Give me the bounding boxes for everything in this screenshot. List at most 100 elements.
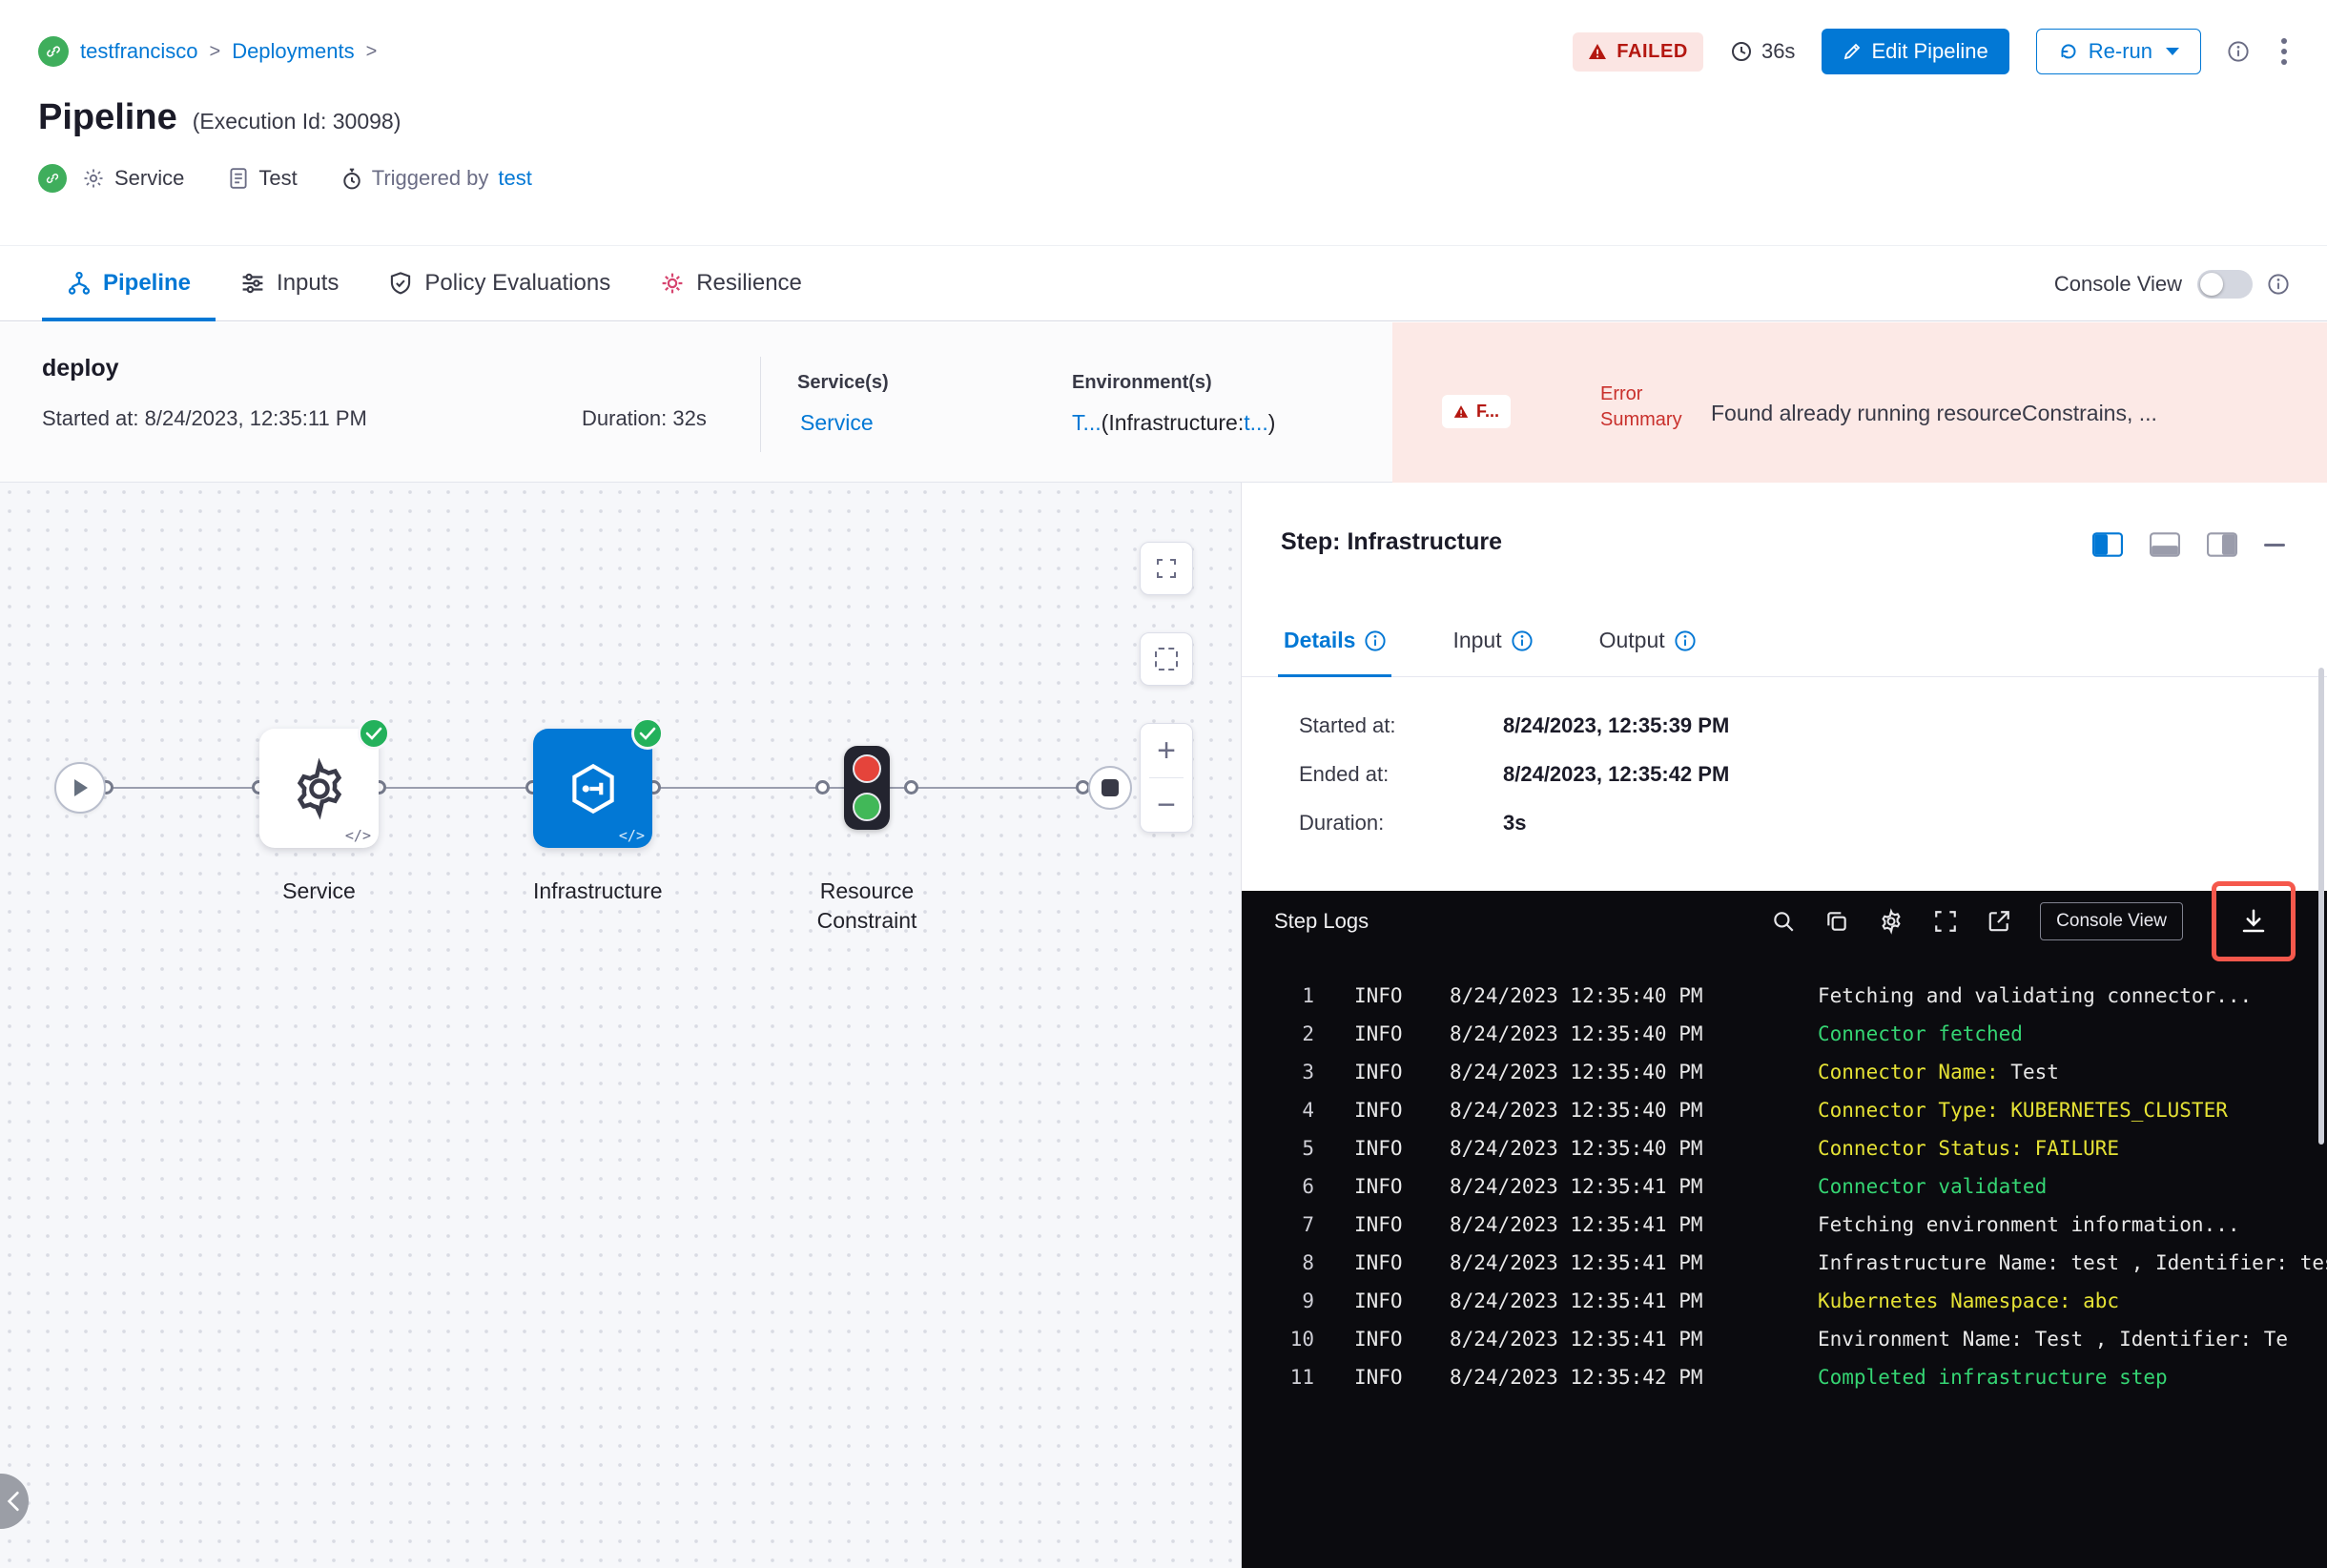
log-line: 9 INFO 8/24/2023 12:35:41 PM Kubernetes Nam…: [1302, 1289, 2120, 1312]
breadcrumb: testfrancisco > Deployments >: [38, 36, 377, 67]
play-icon: [74, 779, 88, 796]
tab-policy-evaluations[interactable]: Policy Evaluations: [363, 246, 635, 320]
detail-row-ended: Ended at: 8/24/2023, 12:35:42 PM: [1299, 762, 1729, 787]
service-meta-label: Service: [114, 166, 185, 190]
tab-details-label: Details: [1284, 628, 1356, 652]
log-line: 10 INFO 8/24/2023 12:35:41 PM Environment N…: [1289, 1328, 2289, 1351]
console-view-info-icon[interactable]: [2268, 274, 2289, 295]
more-options-menu[interactable]: [2276, 32, 2293, 71]
log-settings-icon[interactable]: [1878, 908, 1905, 935]
panel-scrollbar[interactable]: [2318, 668, 2324, 1145]
panel-layout-controls: [2092, 532, 2285, 557]
service-link[interactable]: Service: [800, 410, 874, 436]
layout-bottom-icon[interactable]: [2150, 532, 2180, 557]
breadcrumb-project-link[interactable]: testfrancisco: [80, 39, 198, 64]
canvas-select-button[interactable]: [1140, 632, 1193, 686]
tab-output[interactable]: Output: [1599, 605, 1696, 677]
details-info-icon[interactable]: [1365, 629, 1387, 651]
step-logs-console: Step Logs Console View 1 INFO 8/24/2023 …: [1242, 881, 2327, 1568]
service-meta: Service: [82, 166, 184, 191]
pipeline-tab-icon: [68, 271, 91, 295]
clock-icon: [1731, 42, 1751, 61]
error-badge: F...: [1442, 395, 1512, 428]
rerun-button[interactable]: Re-run: [2035, 29, 2201, 74]
step-panel-title: Step: Infrastructure: [1281, 528, 1502, 555]
environment-link[interactable]: T...: [1072, 410, 1102, 435]
canvas-zoom-control: + −: [1140, 723, 1193, 833]
pipeline-execution-page: testfrancisco > Deployments > FAILED 36s: [0, 0, 2327, 1568]
chevron-left-icon: [7, 1491, 19, 1512]
log-line: 2 INFO 8/24/2023 12:35:40 PM Connector fetc…: [1302, 1022, 2023, 1045]
stop-icon: [1102, 779, 1119, 796]
title-row: Pipeline (Execution Id: 30098): [38, 97, 401, 138]
breadcrumb-separator: >: [365, 40, 378, 62]
tab-resilience[interactable]: Resilience: [635, 246, 827, 320]
tab-pipeline[interactable]: Pipeline: [42, 246, 216, 321]
layout-split-left-icon[interactable]: [2092, 532, 2123, 557]
breadcrumb-deployments-link[interactable]: Deployments: [232, 39, 354, 64]
view-tabbar: Pipeline Inputs Policy Evaluations Resil…: [0, 245, 2327, 321]
pipeline-start-node[interactable]: [54, 762, 106, 814]
input-info-icon[interactable]: [1512, 629, 1533, 651]
header-info-icon[interactable]: [2228, 41, 2249, 62]
zoom-out-button[interactable]: −: [1140, 778, 1193, 832]
tab-inputs-label: Inputs: [277, 270, 340, 296]
resource-constraint-node[interactable]: [844, 746, 890, 830]
layout-split-right-icon[interactable]: [2207, 532, 2237, 557]
status-badge-label: FAILED: [1617, 40, 1688, 62]
gear-icon: [84, 169, 103, 188]
pipeline-canvas[interactable]: </> Service </> Infrastructure Resource …: [0, 483, 1241, 1568]
zoom-in-button[interactable]: +: [1140, 724, 1193, 777]
marquee-select-icon: [1155, 648, 1178, 671]
summary-divider: [760, 357, 761, 452]
step-logs-header: Step Logs Console View: [1242, 881, 2327, 961]
pipeline-meta-row: Service Test Triggered by test: [38, 164, 532, 193]
execution-id: (Execution Id: 30098): [192, 109, 402, 134]
detail-value: 3s: [1503, 811, 1527, 835]
error-summary-zone: F... Error Summary Found already running…: [1392, 322, 2327, 483]
pipeline-chain-icon: [38, 36, 69, 67]
tab-output-label: Output: [1598, 628, 1665, 652]
log-download-icon[interactable]: [2239, 907, 2268, 936]
log-copy-icon[interactable]: [1824, 909, 1849, 934]
pencil-icon: [1844, 43, 1861, 60]
log-open-external-icon[interactable]: [1987, 909, 2011, 934]
log-search-icon[interactable]: [1771, 909, 1796, 934]
success-check-badge: [631, 717, 664, 750]
step-logs-title: Step Logs: [1274, 909, 1369, 933]
infrastructure-link[interactable]: t...: [1244, 410, 1268, 435]
log-line: 3 INFO 8/24/2023 12:35:40 PM Connector Name…: [1302, 1061, 2059, 1083]
step-panel-tabs: Details Input Output: [1242, 605, 2327, 677]
edit-pipeline-label: Edit Pipeline: [1871, 39, 1988, 63]
execution-duration: 36s: [1730, 39, 1795, 64]
trigger-meta: Triggered by test: [341, 166, 532, 191]
success-check-badge: [358, 717, 390, 750]
page-title: Pipeline: [38, 97, 177, 137]
service-step-node[interactable]: </>: [259, 717, 390, 848]
pipeline-chain-icon: [38, 164, 67, 193]
detail-label: Ended at:: [1299, 762, 1390, 786]
log-line: 4 INFO 8/24/2023 12:35:40 PM Connector Type…: [1302, 1099, 2228, 1122]
tab-input[interactable]: Input: [1452, 605, 1533, 677]
log-fullscreen-icon[interactable]: [1933, 909, 1958, 934]
log-console-view-button[interactable]: Console View: [2040, 902, 2183, 940]
console-view-toggle[interactable]: [2197, 270, 2253, 299]
log-line: 5 INFO 8/24/2023 12:35:40 PM Connector Stat…: [1302, 1137, 2120, 1160]
tab-inputs[interactable]: Inputs: [216, 246, 363, 320]
output-info-icon[interactable]: [1675, 629, 1696, 651]
edit-pipeline-button[interactable]: Edit Pipeline: [1822, 29, 2009, 74]
node-port: [904, 780, 918, 794]
download-highlight-box: [2212, 881, 2296, 961]
tab-details[interactable]: Details: [1277, 605, 1392, 677]
environments-label: Environment(s): [1072, 372, 1212, 393]
minimize-panel-icon[interactable]: [2264, 543, 2285, 547]
triggered-by-link[interactable]: test: [498, 166, 531, 191]
pipeline-end-node[interactable]: [1088, 766, 1132, 810]
detail-value: 8/24/2023, 12:35:42 PM: [1503, 762, 1730, 786]
stage-name: deploy: [42, 355, 119, 382]
detail-label: Duration:: [1299, 811, 1385, 835]
infrastructure-step-node[interactable]: </>: [533, 717, 664, 848]
tab-pipeline-label: Pipeline: [103, 270, 192, 296]
console-view-label: Console View: [2053, 272, 2182, 296]
canvas-fullscreen-button[interactable]: [1140, 542, 1193, 595]
